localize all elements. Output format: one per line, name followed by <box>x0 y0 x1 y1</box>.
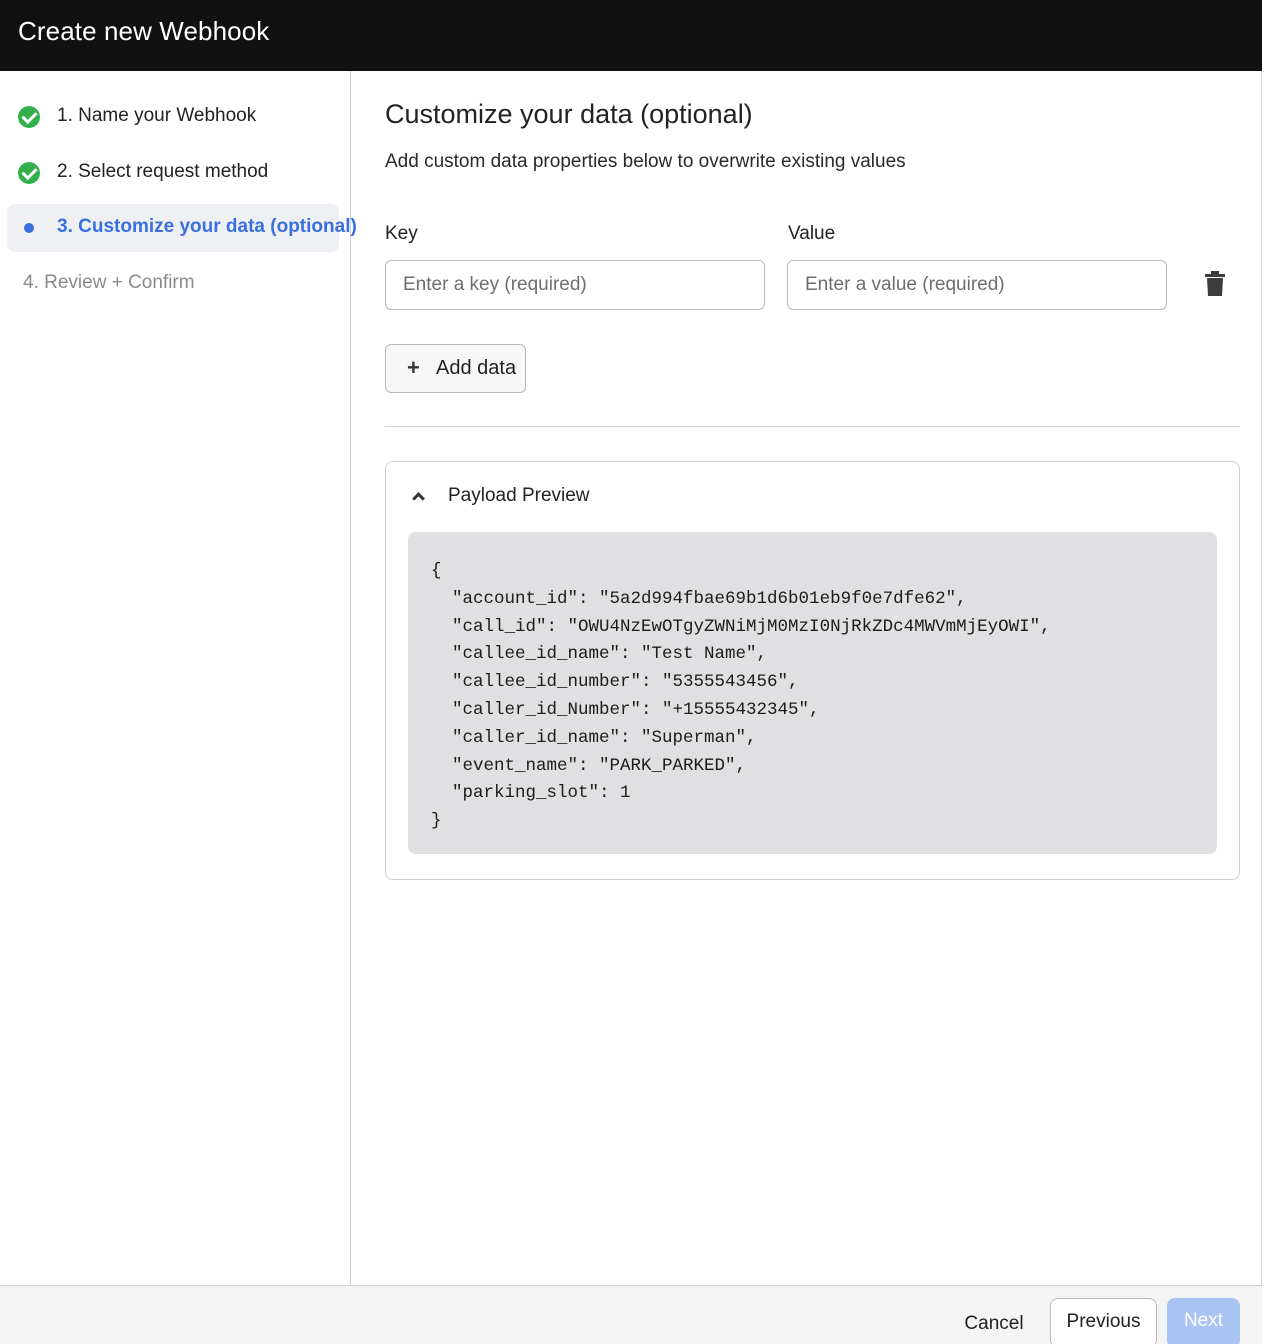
plus-icon: + <box>407 355 420 380</box>
step-label: 1. Name your Webhook <box>57 105 257 126</box>
code-line: "account_id": "5a2d994fbae69b1d6b01eb9f0… <box>431 588 967 609</box>
cancel-button[interactable]: Cancel <box>952 1304 1036 1344</box>
step-select-request-method[interactable]: 2. Select request method <box>7 149 339 197</box>
code-line: } <box>431 811 442 832</box>
code-line: "callee_id_name": "Test Name", <box>431 644 768 665</box>
key-label: Key <box>385 223 418 244</box>
code-line: "event_name": "PARK_PARKED", <box>431 755 747 776</box>
key-input[interactable] <box>385 260 765 310</box>
add-data-label: Add data <box>436 357 517 379</box>
webhook-dialog: Create new Webhook 1. Name your Webhook … <box>0 0 1262 1344</box>
payload-preview-label: Payload Preview <box>448 485 590 506</box>
code-line: { <box>431 561 442 581</box>
value-label: Value <box>788 223 836 244</box>
chevron-up-icon <box>412 492 425 505</box>
code-line: "caller_id_Number": "+15555432345", <box>431 699 820 720</box>
code-line: "parking_slot": 1 <box>431 783 631 804</box>
step-review-confirm: 4. Review + Confirm <box>7 260 339 308</box>
section-description: Add custom data properties below to over… <box>385 151 906 172</box>
next-button[interactable]: Next <box>1167 1298 1240 1344</box>
dialog-title: Create new Webhook <box>18 16 270 46</box>
code-line: "callee_id_number": "5355543456", <box>431 672 799 693</box>
payload-code-block: { "account_id": "5a2d994fbae69b1d6b01eb9… <box>408 532 1217 854</box>
main-panel: Customize your data (optional) Add custo… <box>351 71 1262 1285</box>
section-title: Customize your data (optional) <box>385 99 753 129</box>
check-circle-icon <box>18 106 40 128</box>
code-line: "caller_id_name": "Superman", <box>431 727 757 748</box>
previous-button[interactable]: Previous <box>1050 1298 1157 1344</box>
value-input[interactable] <box>787 260 1167 310</box>
wizard-steps-sidebar: 1. Name your Webhook 2. Select request m… <box>0 71 357 1285</box>
add-data-button[interactable]: + Add data <box>385 344 526 393</box>
trash-icon[interactable] <box>1204 271 1226 297</box>
code-line: "call_id": "OWU4NzEwOTgyZWNiMjM0MzI0NjRk… <box>431 616 1051 637</box>
check-circle-icon <box>18 162 40 184</box>
step-name-webhook[interactable]: 1. Name your Webhook <box>7 93 339 141</box>
step-customize-data[interactable]: 3. Customize your data (optional) <box>7 204 357 252</box>
step-label: 3. Customize your data (optional) <box>57 216 357 237</box>
dialog-header: Create new Webhook <box>0 0 1262 71</box>
dialog-footer: Cancel Previous Next <box>0 1285 1262 1344</box>
step-label: 2. Select request method <box>57 161 269 182</box>
step-label: 4. Review + Confirm <box>23 272 195 293</box>
active-dot-icon <box>18 217 40 239</box>
divider <box>385 426 1240 427</box>
payload-preview-toggle[interactable]: Payload Preview <box>410 484 610 512</box>
payload-preview-panel: Payload Preview { "account_id": "5a2d994… <box>385 461 1240 880</box>
